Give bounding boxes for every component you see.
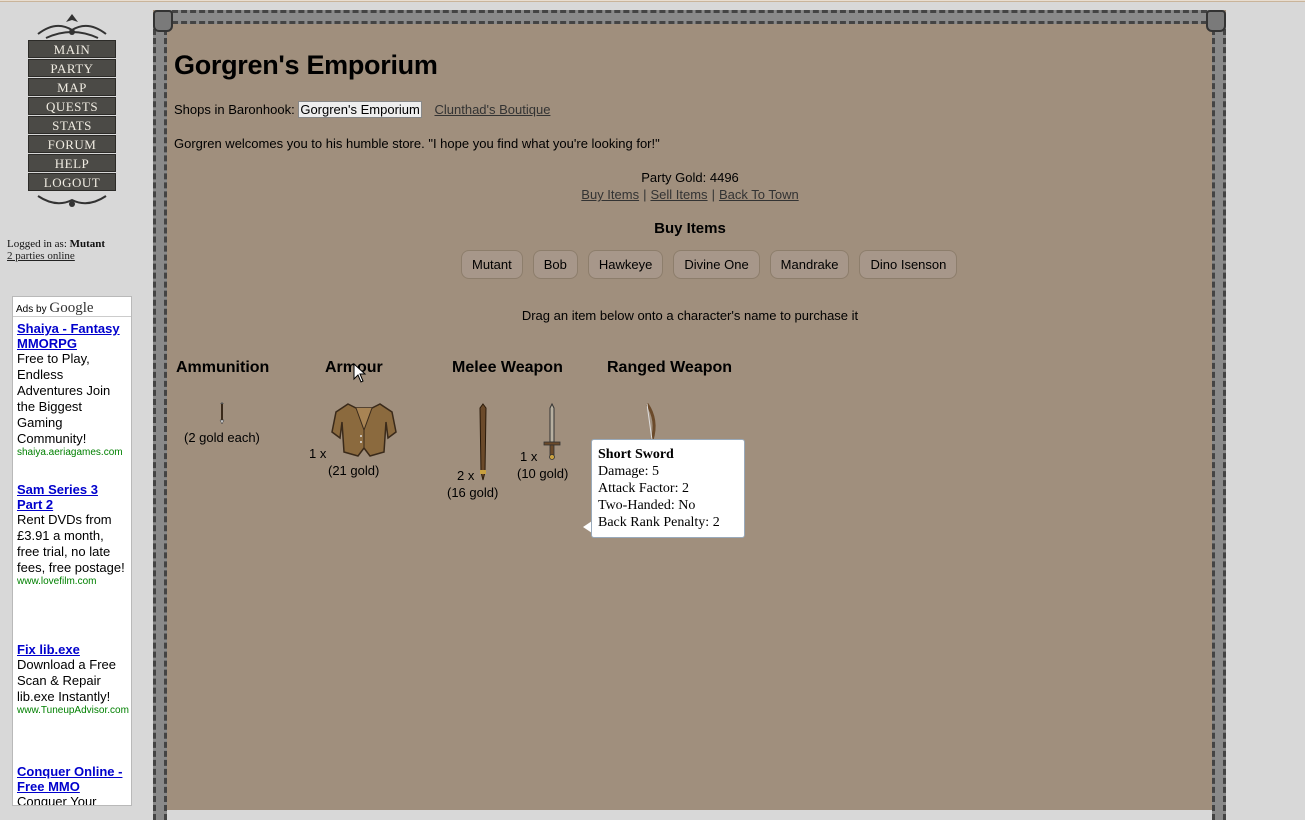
shops-label: Shops in Baronhook: [174, 102, 295, 117]
sword-qty: 1 x [520, 449, 538, 464]
character-bob[interactable]: Bob [532, 250, 578, 279]
login-status: Logged in as: Mutant 2 parties online [7, 238, 105, 262]
nav-quests-button[interactable]: QUESTS [28, 97, 116, 115]
party-gold: Party Gold: 4496 [641, 170, 739, 185]
nav-stats-button[interactable]: STATS [28, 116, 116, 134]
character-dino-isenson[interactable]: Dino Isenson [859, 250, 958, 279]
shop-current[interactable]: Gorgren's Emporium [298, 101, 422, 118]
ads-by-label: Ads by [16, 304, 47, 315]
tooltip-item-name: Short Sword [598, 447, 674, 462]
welcome-message: Gorgren welcomes you to his humble store… [174, 136, 660, 151]
nav-party-button[interactable]: PARTY [28, 59, 116, 77]
shop-selector: Shops in Baronhook: Gorgren's Emporium C… [174, 101, 550, 118]
short-sword-icon[interactable] [542, 402, 562, 460]
leather-armour-icon[interactable] [330, 402, 398, 458]
tooltip-two-handed: Two-Handed: No [598, 498, 696, 513]
nav-list: MAIN PARTY MAP QUESTS STATS FORUM HELP L… [26, 40, 118, 191]
main-nav: MAIN PARTY MAP QUESTS STATS FORUM HELP L… [26, 12, 118, 212]
buy-items-heading: Buy Items [654, 220, 726, 237]
ad-title[interactable]: Fix lib.exe [17, 642, 125, 657]
ad-item: Fix lib.exe Download a Free Scan & Repai… [13, 642, 129, 717]
category-melee-weapon: Melee Weapon [452, 359, 563, 376]
ads-header[interactable]: Ads by Google [13, 297, 131, 317]
character-divine-one[interactable]: Divine One [673, 250, 760, 279]
frame-corner-top-right [1206, 10, 1226, 32]
tooltip-attack-factor: Attack Factor: 2 [598, 481, 689, 496]
ad-desc: Rent DVDs from £3.91 a month, free trial… [17, 512, 125, 575]
back-to-town-link[interactable]: Back To Town [719, 187, 799, 202]
tooltip-back-rank-penalty: Back Rank Penalty: 2 [598, 515, 720, 530]
frame-corner-top-left [153, 10, 173, 32]
ad-title[interactable]: Conquer Online - Free MMO [17, 764, 125, 794]
bow-item-icon[interactable] [644, 402, 660, 442]
shop-actions: Buy Items | Sell Items | Back To Town [581, 187, 799, 202]
chain-border-right [1212, 20, 1226, 820]
ad-title[interactable]: Sam Series 3 Part 2 [17, 482, 125, 512]
armour-qty: 1 x [309, 446, 327, 461]
ad-url[interactable]: www.TuneupAdvisor.com [17, 705, 129, 717]
nav-ornament-top [37, 14, 107, 39]
sword-price: (10 gold) [517, 466, 569, 481]
character-mutant[interactable]: Mutant [461, 250, 523, 279]
character-mandrake[interactable]: Mandrake [769, 250, 850, 279]
tooltip-damage: Damage: 5 [598, 464, 660, 479]
ad-desc: Free to Play, Endless Adventures Join th… [17, 351, 111, 446]
nav-ornament-bottom [37, 195, 107, 207]
login-prefix: Logged in as: [7, 238, 67, 250]
ad-desc: Conquer Your [17, 794, 97, 806]
staff-price: (16 gold) [447, 485, 499, 500]
staff-qty: 2 x [457, 468, 475, 483]
ad-item: Conquer Online - Free MMO Conquer Your [13, 764, 129, 806]
window-top-edge [0, 0, 1305, 2]
chain-border-left [153, 20, 167, 820]
ammo-price: (2 gold each) [184, 430, 260, 445]
ad-desc: Download a Free Scan & Repair lib.exe In… [17, 657, 116, 704]
buy-items-link[interactable]: Buy Items [581, 187, 639, 202]
drag-instructions: Drag an item below onto a character's na… [521, 308, 859, 323]
nav-logout-button[interactable]: LOGOUT [28, 173, 116, 191]
nav-main-button[interactable]: MAIN [28, 40, 116, 58]
ad-panel: Ads by Google Shaiya - Fantasy MMORPG Fr… [12, 296, 132, 806]
item-tooltip: Short Sword Damage: 5 Attack Factor: 2 T… [591, 439, 745, 538]
nav-map-button[interactable]: MAP [28, 78, 116, 96]
category-ranged-weapon: Ranged Weapon [607, 359, 733, 376]
page-title: Gorgren's Emporium [174, 50, 438, 80]
ad-item: Shaiya - Fantasy MMORPG Free to Play, En… [13, 321, 129, 459]
character-targets: Mutant Bob Hawkeye Divine One Mandrake D… [461, 250, 958, 279]
nav-help-button[interactable]: HELP [28, 154, 116, 172]
armour-price: (21 gold) [328, 463, 380, 478]
ad-url[interactable]: www.lovefilm.com [17, 576, 125, 588]
ad-url[interactable]: shaiya.aeriagames.com [17, 447, 125, 459]
google-logo: Google [49, 300, 94, 316]
arrow-item-icon[interactable] [218, 402, 226, 426]
chain-border-top [163, 10, 1216, 24]
category-ammunition: Ammunition [176, 359, 270, 376]
mouse-cursor-icon [353, 363, 367, 383]
ad-title[interactable]: Shaiya - Fantasy MMORPG [17, 321, 125, 351]
shop-link-clunthad[interactable]: Clunthad's Boutique [434, 102, 550, 117]
login-username: Mutant [69, 238, 106, 250]
staff-item-icon[interactable] [477, 402, 489, 482]
shop-panel [153, 10, 1226, 820]
character-hawkeye[interactable]: Hawkeye [587, 250, 664, 279]
ad-item: Sam Series 3 Part 2 Rent DVDs from £3.91… [13, 482, 129, 588]
sell-items-link[interactable]: Sell Items [650, 187, 707, 202]
parties-online-link[interactable]: 2 parties online [7, 250, 75, 262]
nav-forum-button[interactable]: FORUM [28, 135, 116, 153]
